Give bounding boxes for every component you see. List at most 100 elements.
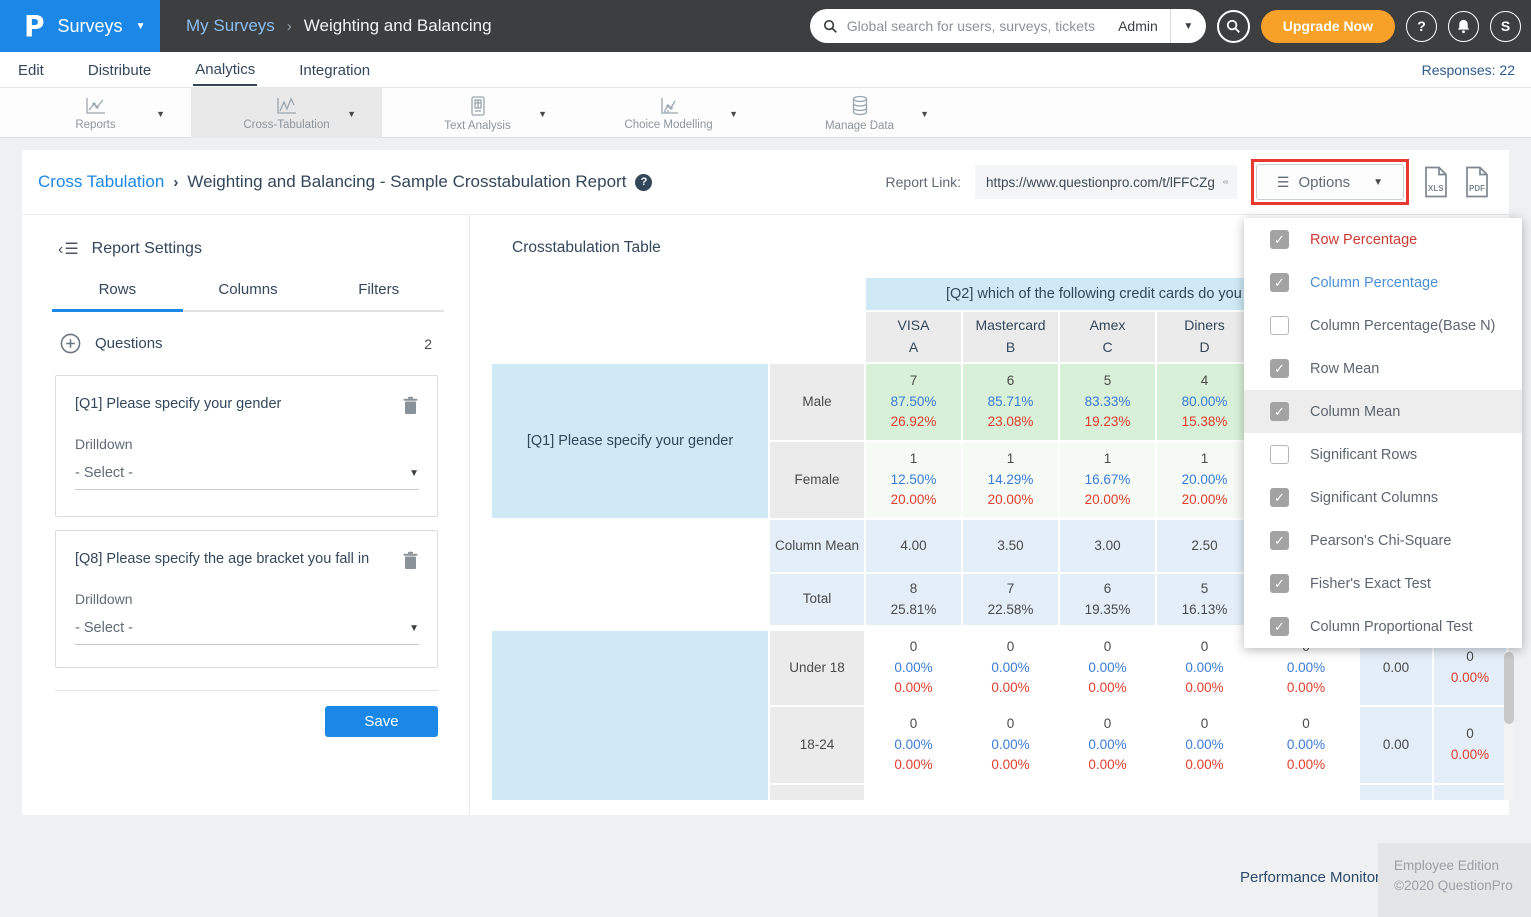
scrollbar-thumb[interactable] bbox=[1504, 652, 1514, 724]
toolbar-item-label: Cross-Tabulation bbox=[243, 119, 329, 131]
drilldown-select[interactable]: - Select - ▼ bbox=[75, 620, 419, 645]
user-avatar[interactable]: S bbox=[1490, 11, 1521, 42]
toolbar-item-text-analysis[interactable]: Text Analysis ▼ bbox=[382, 88, 573, 138]
global-search-input[interactable]: Global search for users, surveys, ticket… bbox=[810, 9, 1206, 43]
checkbox-checked-icon[interactable]: ✓ bbox=[1270, 273, 1289, 292]
option-item-fisher-s-exact-test[interactable]: ✓ Fisher's Exact Test bbox=[1244, 562, 1522, 605]
checkbox-checked-icon[interactable]: ✓ bbox=[1270, 488, 1289, 507]
help-button[interactable]: ? bbox=[1406, 11, 1437, 42]
summary-cell: 3.50 bbox=[963, 520, 1058, 572]
chevron-down-icon[interactable]: ▼ bbox=[920, 109, 929, 119]
upgrade-now-button[interactable]: Upgrade Now bbox=[1261, 10, 1395, 43]
toolbar-item-cross-tabulation[interactable]: Cross-Tabulation ▼ bbox=[191, 88, 382, 138]
questionpro-app: P Surveys ▼ My Surveys › Weighting and B… bbox=[0, 0, 1531, 917]
data-cell: 787.50%26.92% bbox=[866, 364, 961, 440]
survey-nav: Edit Distribute Analytics Integration Re… bbox=[0, 52, 1531, 88]
breadcrumb-cross-tabulation[interactable]: Cross Tabulation bbox=[38, 172, 164, 192]
search-icon bbox=[823, 19, 838, 34]
product-switcher[interactable]: P Surveys ▼ bbox=[0, 0, 160, 52]
checkbox-checked-icon[interactable]: ✓ bbox=[1270, 617, 1289, 636]
settings-tabs: Rows Columns Filters bbox=[52, 281, 444, 312]
chevron-down-icon[interactable]: ▼ bbox=[729, 109, 738, 119]
toolbar-item-manage-data[interactable]: Manage Data ▼ bbox=[764, 88, 955, 138]
vertical-scrollbar[interactable] bbox=[1504, 652, 1514, 800]
report-link-label: Report Link: bbox=[886, 174, 961, 190]
data-cell bbox=[963, 785, 1058, 800]
search-placeholder: Global search for users, surveys, ticket… bbox=[847, 18, 1118, 34]
checkbox-checked-icon[interactable]: ✓ bbox=[1270, 402, 1289, 421]
toolbar-item-reports[interactable]: Reports ▼ bbox=[0, 88, 191, 138]
option-item-pearson-s-chi-square[interactable]: ✓Pearson's Chi-Square bbox=[1244, 519, 1522, 562]
option-item-significant-columns[interactable]: ✓Significant Columns bbox=[1244, 476, 1522, 519]
checkbox-checked-icon[interactable]: ✓ bbox=[1270, 574, 1289, 593]
export-xls-button[interactable]: XLS bbox=[1423, 166, 1450, 198]
help-icon[interactable]: ? bbox=[635, 174, 652, 191]
option-item-significant-rows[interactable]: Significant Rows bbox=[1244, 433, 1522, 476]
option-item-label: Fisher's Exact Test bbox=[1310, 576, 1431, 592]
category-cell-under-18: Under 18 bbox=[770, 631, 864, 705]
tab-columns[interactable]: Columns bbox=[183, 281, 314, 312]
chevron-down-icon[interactable]: ▼ bbox=[538, 109, 547, 119]
option-item-column-percentage-base-n-[interactable]: Column Percentage(Base N) bbox=[1244, 304, 1522, 347]
top-bar: P Surveys ▼ My Surveys › Weighting and B… bbox=[0, 0, 1531, 52]
option-item-column-mean[interactable]: ✓Column Mean bbox=[1244, 390, 1522, 433]
drilldown-select-value: - Select - bbox=[75, 465, 409, 481]
chevron-down-icon[interactable]: ▼ bbox=[156, 109, 165, 119]
chevron-down-icon: ▼ bbox=[1373, 177, 1383, 188]
breadcrumb-my-surveys[interactable]: My Surveys bbox=[186, 16, 275, 36]
checkbox-checked-icon[interactable]: ✓ bbox=[1270, 359, 1289, 378]
report-url-field[interactable]: https://www.questionpro.com/t/lFFCZg bbox=[975, 165, 1237, 199]
checkbox-unchecked-icon[interactable] bbox=[1270, 316, 1289, 335]
link-icon[interactable] bbox=[1223, 176, 1228, 188]
column-header-amex: AmexC bbox=[1060, 312, 1155, 362]
bell-icon bbox=[1456, 18, 1471, 34]
tab-integration[interactable]: Integration bbox=[297, 55, 372, 85]
document-icon bbox=[469, 95, 487, 117]
trash-icon[interactable] bbox=[402, 551, 419, 570]
checkbox-unchecked-icon[interactable] bbox=[1270, 445, 1289, 464]
options-highlight-box: ☰ Options ▼ bbox=[1251, 159, 1409, 205]
toolbar-item-label: Choice Modelling bbox=[624, 119, 712, 131]
notifications-button[interactable] bbox=[1448, 11, 1479, 42]
tab-filters[interactable]: Filters bbox=[313, 281, 444, 312]
collapse-panel-icon[interactable]: ‹☰ bbox=[58, 239, 80, 259]
option-item-label: Significant Rows bbox=[1310, 447, 1417, 463]
chevron-down-icon: ▼ bbox=[409, 623, 419, 634]
option-item-row-percentage[interactable]: ✓Row Percentage bbox=[1244, 218, 1522, 261]
questions-count: 2 bbox=[424, 336, 432, 352]
pdf-file-icon: PDF bbox=[1464, 166, 1491, 198]
tab-distribute[interactable]: Distribute bbox=[86, 55, 153, 85]
tab-edit[interactable]: Edit bbox=[16, 55, 46, 85]
search-submit-button[interactable] bbox=[1217, 10, 1250, 43]
drilldown-label: Drilldown bbox=[75, 436, 419, 452]
chevron-down-icon[interactable]: ▼ bbox=[347, 109, 356, 119]
options-button[interactable]: ☰ Options ▼ bbox=[1256, 164, 1404, 200]
data-cell bbox=[1157, 785, 1252, 800]
topbar-actions: Global search for users, surveys, ticket… bbox=[810, 9, 1521, 43]
options-dropdown-menu: ✓Row Percentage✓Column PercentageColumn … bbox=[1244, 218, 1522, 648]
checkbox-checked-icon[interactable]: ✓ bbox=[1270, 230, 1289, 249]
checkbox-checked-icon[interactable]: ✓ bbox=[1270, 531, 1289, 550]
tab-analytics[interactable]: Analytics bbox=[193, 54, 257, 86]
column-header-mastercard: MastercardB bbox=[963, 312, 1058, 362]
drilldown-select[interactable]: - Select - ▼ bbox=[75, 465, 419, 490]
toolbar-item-choice-modelling[interactable]: Choice Modelling ▼ bbox=[573, 88, 764, 138]
drilldown-select-value: - Select - bbox=[75, 620, 409, 636]
report-title: Weighting and Balancing - Sample Crossta… bbox=[187, 172, 626, 192]
tab-rows[interactable]: Rows bbox=[52, 281, 183, 312]
export-pdf-button[interactable]: PDF bbox=[1464, 166, 1491, 198]
questions-row: Questions 2 bbox=[60, 333, 432, 354]
column-header-visa: VISAA bbox=[866, 312, 961, 362]
save-button[interactable]: Save bbox=[325, 706, 438, 737]
option-item-column-percentage[interactable]: ✓Column Percentage bbox=[1244, 261, 1522, 304]
chevron-down-icon: ▼ bbox=[136, 21, 146, 32]
add-question-icon[interactable] bbox=[60, 333, 81, 354]
trash-icon[interactable] bbox=[402, 396, 419, 415]
option-item-row-mean[interactable]: ✓Row Mean bbox=[1244, 347, 1522, 390]
option-item-column-proportional-test[interactable]: ✓Column Proportional Test bbox=[1244, 605, 1522, 648]
search-scope-dropdown[interactable]: ▼ bbox=[1170, 9, 1206, 43]
performance-monitor-link[interactable]: Performance Monitor bbox=[1240, 869, 1380, 886]
toolbar-item-label: Manage Data bbox=[825, 120, 894, 132]
question-mark-icon: ? bbox=[641, 176, 648, 188]
summary-cell: 2.50 bbox=[1157, 520, 1252, 572]
